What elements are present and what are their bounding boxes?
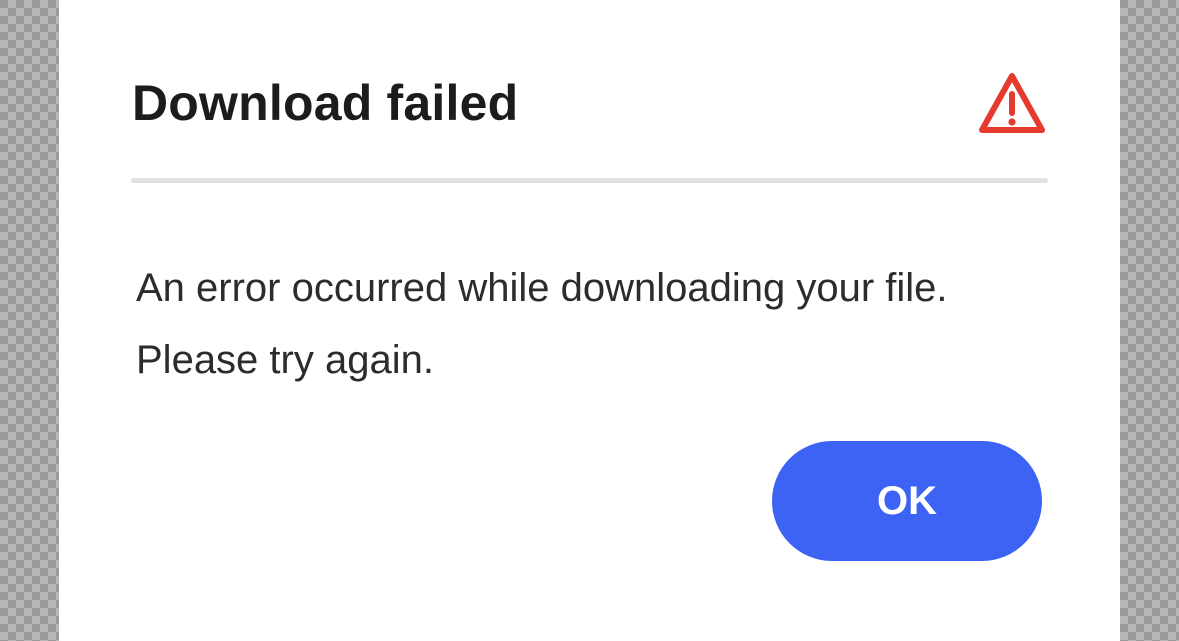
ok-button[interactable]: OK	[772, 441, 1042, 561]
dialog-divider	[131, 178, 1048, 183]
download-failed-dialog: Download failed An error occurred while …	[59, 0, 1120, 641]
warning-icon	[977, 70, 1047, 136]
dialog-title: Download failed	[132, 75, 519, 131]
dialog-message: An error occurred while downloading your…	[136, 266, 948, 382]
